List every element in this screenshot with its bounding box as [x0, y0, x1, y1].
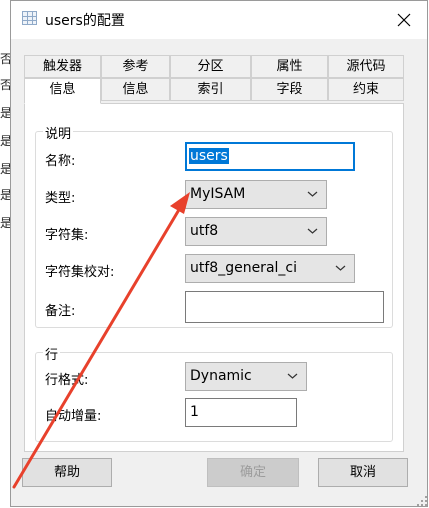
row-format-label: 行格式:	[45, 373, 89, 388]
dialog-title: users的配置	[45, 13, 125, 29]
engine-select[interactable]: MyISAM	[185, 180, 327, 209]
collation-label: 字符集校对:	[45, 265, 115, 280]
tab-info[interactable]: 信息	[24, 78, 101, 104]
ok-button[interactable]: 确定	[207, 458, 299, 487]
tab-references[interactable]: 参考	[101, 55, 170, 78]
chevron-down-icon	[307, 228, 318, 234]
charset-value: utf8	[190, 223, 219, 239]
tab-triggers[interactable]: 触发器	[24, 55, 101, 78]
chevron-down-icon	[287, 373, 298, 379]
collation-value: utf8_general_ci	[190, 260, 297, 276]
name-value: users	[189, 148, 229, 164]
close-icon	[397, 13, 411, 27]
resize-grip-icon[interactable]	[417, 496, 427, 506]
charset-label: 字符集:	[45, 228, 89, 243]
tab-properties[interactable]: 属性	[251, 55, 328, 78]
tab-source-code[interactable]: 源代码	[328, 55, 404, 78]
name-label: 名称:	[45, 154, 76, 169]
tab-constraints[interactable]: 约束	[328, 78, 404, 101]
comment-input[interactable]	[185, 291, 384, 323]
auto-increment-label: 自动增量:	[45, 409, 102, 424]
charset-select[interactable]: utf8	[185, 217, 327, 246]
description-group-legend: 说明	[43, 123, 74, 142]
close-button[interactable]	[381, 1, 427, 39]
engine-value: MyISAM	[190, 186, 246, 202]
auto-increment-input[interactable]: 1	[185, 398, 297, 427]
title-bar[interactable]: users的配置	[11, 1, 427, 39]
row-format-select[interactable]: Dynamic	[185, 362, 307, 391]
chevron-down-icon	[335, 265, 346, 271]
background-window-strip: 否 否 是 是 是 是 是	[0, 0, 12, 508]
row-group-legend: 行	[43, 344, 61, 363]
name-input[interactable]: users	[185, 142, 355, 171]
tab-indexes[interactable]: 索引	[170, 78, 251, 101]
help-button[interactable]: 帮助	[22, 458, 112, 487]
type-label: 类型:	[45, 191, 76, 206]
comment-label: 备注:	[45, 304, 76, 319]
collation-select[interactable]: utf8_general_ci	[185, 254, 355, 283]
tab-fields[interactable]: 字段	[251, 78, 328, 101]
tab-panel-info: 说明 名称: users 类型: MyISAM 字符集: utf8 字符集校对:…	[24, 103, 404, 452]
row-format-value: Dynamic	[190, 368, 252, 384]
cancel-button[interactable]: 取消	[318, 458, 408, 487]
auto-increment-value: 1	[190, 404, 199, 420]
tab-info-2[interactable]: 信息	[101, 78, 170, 101]
table-icon	[22, 11, 37, 25]
chevron-down-icon	[307, 191, 318, 197]
tab-partitions[interactable]: 分区	[170, 55, 251, 78]
